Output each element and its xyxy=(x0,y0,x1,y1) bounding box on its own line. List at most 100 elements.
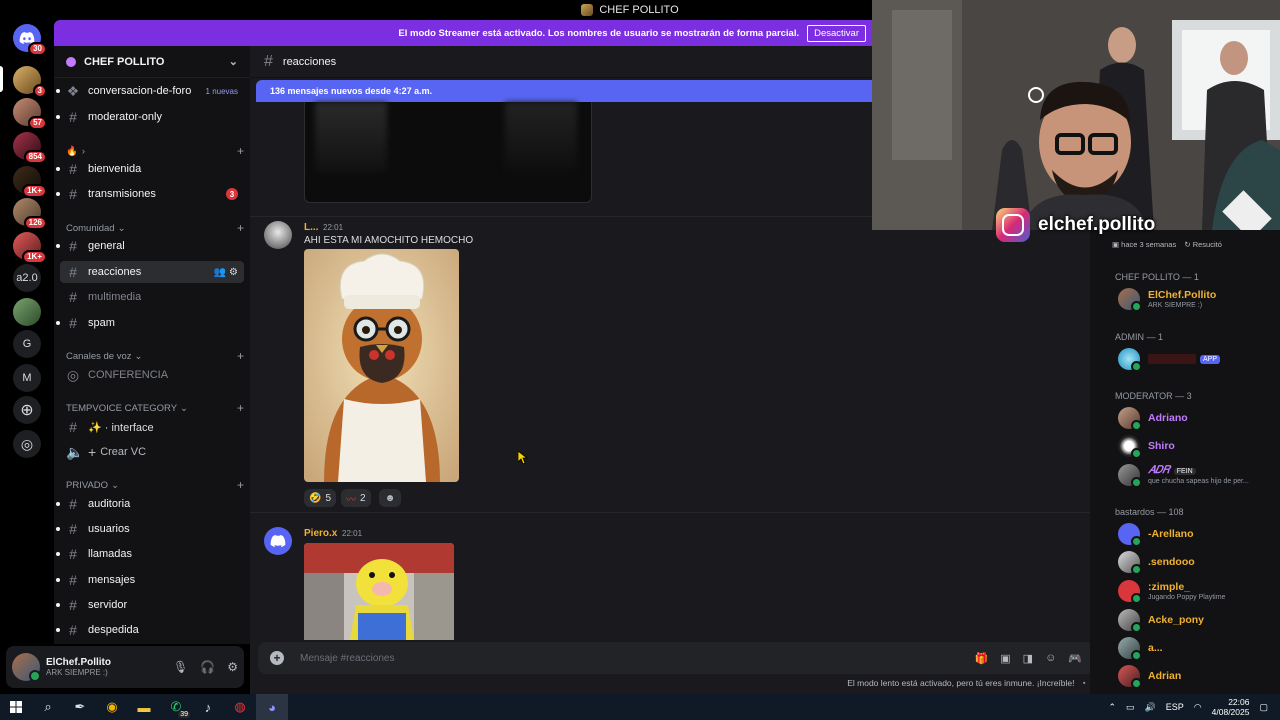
windows-start-button[interactable] xyxy=(0,694,32,720)
plus-icon[interactable]: + xyxy=(237,401,244,415)
chevron-up-icon[interactable]: ⌃ xyxy=(1109,702,1117,713)
taskbar-app-explorer[interactable]: ▬ xyxy=(128,694,160,720)
member-item[interactable]: ElChef.Pollito ARK SIEMPRE :) xyxy=(1118,286,1278,312)
plus-icon[interactable]: + xyxy=(237,478,244,492)
taskbar-app-tiktok[interactable]: ♪ xyxy=(192,694,224,720)
category-comunidad[interactable]: Comunidad ⌄ + xyxy=(66,221,244,235)
message-author[interactable]: L... xyxy=(304,222,318,233)
gif-icon[interactable]: ▣ xyxy=(1000,652,1010,665)
channel-multimedia[interactable]: # multimedia xyxy=(60,286,244,308)
server-a20[interactable]: a2.0 xyxy=(13,264,41,292)
avatar[interactable] xyxy=(264,527,292,555)
channel-usuarios[interactable]: # usuarios xyxy=(56,518,244,540)
headphones-icon[interactable]: 🎧 xyxy=(200,660,215,674)
server-6[interactable]: 1K+ xyxy=(13,232,47,264)
member-item[interactable]: Adrian xyxy=(1118,663,1278,689)
channel-interface[interactable]: # ✨ · interface xyxy=(60,416,244,438)
channel-conversacion-de-foro[interactable]: ❖ conversacion-de-foro 1 nuevas xyxy=(56,80,244,102)
member-item[interactable]: APP xyxy=(1118,346,1278,372)
server-header[interactable]: CHEF POLLITO ⌄ xyxy=(54,46,250,78)
apps-icon[interactable]: 🎮 xyxy=(1068,652,1082,665)
member-item[interactable]: 𝐴𝐷𝑅 FEIN que chucha sapeas hijo de per..… xyxy=(1118,462,1278,488)
taskbar-app-recorder[interactable]: ◍ xyxy=(224,694,256,720)
member-item[interactable]: a... xyxy=(1118,635,1278,661)
discord-home-button[interactable]: 30 xyxy=(13,24,47,56)
message-input[interactable]: Mensaje #reacciones xyxy=(300,653,395,664)
server-4[interactable]: 1K+ xyxy=(13,166,47,198)
server-m[interactable]: M xyxy=(13,364,41,392)
message-author[interactable]: Piero.x xyxy=(304,528,337,539)
channel-spam[interactable]: # spam xyxy=(56,312,244,334)
add-reaction-button[interactable]: ☻ xyxy=(379,489,401,507)
channel-bienvenida[interactable]: # bienvenida xyxy=(56,158,244,180)
channel-llamadas[interactable]: # llamadas xyxy=(56,543,244,565)
taskbar-app-whatsapp[interactable]: ✆ 39 xyxy=(160,694,192,720)
member-item[interactable]: :zimple_ Jugando Poppy Playtime xyxy=(1118,578,1278,604)
member-item[interactable]: Acke_pony xyxy=(1118,607,1278,633)
disable-streamer-button[interactable]: Desactivar xyxy=(807,24,866,42)
member-item[interactable]: .sendooo xyxy=(1118,549,1278,575)
channel-transmisiones[interactable]: # transmisiones 3 xyxy=(56,183,244,205)
server-chef-pollito[interactable]: 3 xyxy=(13,66,47,98)
network-icon[interactable]: ▭ xyxy=(1126,702,1135,713)
server-2[interactable]: 57 xyxy=(13,98,47,130)
reaction-laugh[interactable]: 🤣 5 xyxy=(304,489,337,507)
new-messages-bar[interactable]: 136 mensajes nuevos desde 4:27 a.m. xyxy=(256,80,872,102)
server-5[interactable]: 126 xyxy=(13,198,47,230)
clock[interactable]: 22:06 4/08/2025 xyxy=(1212,697,1250,717)
channel-settings-icons[interactable]: 👥 ⚙ xyxy=(214,267,238,278)
member-status: Jugando Poppy Playtime xyxy=(1148,594,1226,601)
emoji-icon[interactable]: ☺ xyxy=(1045,652,1056,665)
sticker-icon[interactable]: ◨ xyxy=(1023,652,1033,665)
plus-icon[interactable]: + xyxy=(237,144,244,158)
member-name: :zimple_ xyxy=(1148,581,1191,593)
category-voz[interactable]: Canales de voz ⌄ + xyxy=(66,349,244,363)
channel-crear-vc[interactable]: 🔈 + Crear VC xyxy=(60,441,244,463)
channel-moderator-only[interactable]: # moderator-only xyxy=(56,106,244,128)
taskbar-app-discord[interactable]: ◕ xyxy=(256,694,288,720)
unread-dot xyxy=(56,115,60,119)
language-indicator[interactable]: ESP xyxy=(1166,702,1184,712)
reaction-wave[interactable]: 〰 2 xyxy=(341,489,371,507)
chef-chicken-image[interactable] xyxy=(304,249,459,482)
notification-icon[interactable]: ▢ xyxy=(1259,702,1268,713)
channel-general[interactable]: # general xyxy=(56,235,244,257)
category-privado[interactable]: PRIVADO ⌄ + xyxy=(66,478,244,492)
server-3[interactable]: 854 xyxy=(13,132,47,164)
add-server-button[interactable]: ⊕ xyxy=(13,396,41,424)
channel-mensajes[interactable]: # mensajes xyxy=(56,569,244,591)
category-fire[interactable]: 🔥 › + xyxy=(66,144,244,158)
plus-icon[interactable]: + xyxy=(237,349,244,363)
pig-statue-image[interactable] xyxy=(304,543,454,640)
search-button[interactable]: ⌕ xyxy=(32,694,64,720)
member-item[interactable]: Adriano xyxy=(1118,405,1278,431)
avatar[interactable] xyxy=(264,221,292,249)
previous-image[interactable] xyxy=(304,102,592,203)
gift-icon[interactable]: 🎁 xyxy=(975,652,989,665)
category-tempvoice[interactable]: TEMPVOICE CATEGORY ⌄ + xyxy=(66,401,244,415)
taskbar-app-feather[interactable]: ✒ xyxy=(64,694,96,720)
channel-reacciones[interactable]: # reacciones 👥 ⚙ xyxy=(60,261,244,283)
attach-plus-icon[interactable]: + xyxy=(270,651,284,665)
channel-auditoria[interactable]: # auditoria xyxy=(56,493,244,515)
microphone-icon[interactable]: 🎙 xyxy=(173,660,188,674)
volume-icon[interactable]: 🔊 xyxy=(1145,702,1156,713)
discover-button[interactable]: ◎ xyxy=(13,430,41,458)
wifi-icon[interactable]: ◠ xyxy=(1194,702,1202,713)
plus-icon[interactable]: + xyxy=(237,221,244,235)
channel-despedida[interactable]: # despedida xyxy=(56,619,244,641)
member-item[interactable]: Shiro xyxy=(1118,433,1278,459)
avatar[interactable] xyxy=(12,653,41,682)
channel-servidor[interactable]: # servidor xyxy=(56,594,244,616)
streamer-mode-banner: El modo Streamer está activado. Los nomb… xyxy=(54,20,872,46)
unread-badge: 1K+ xyxy=(22,184,47,198)
smile-plus-icon: ☻ xyxy=(384,492,396,504)
user-info[interactable]: ElChef.Pollito ARK SIEMPRE :) xyxy=(46,657,111,677)
member-item[interactable]: -Arellano xyxy=(1118,521,1278,547)
server-8[interactable] xyxy=(13,298,41,326)
gear-icon[interactable]: ⚙ xyxy=(227,660,238,674)
instagram-handle-overlay: elchef.pollito xyxy=(996,207,1155,243)
channel-conferencia[interactable]: ◎ CONFERENCIA xyxy=(60,364,244,386)
taskbar-app-chrome[interactable]: ◉ xyxy=(96,694,128,720)
server-g[interactable]: G xyxy=(13,330,41,358)
